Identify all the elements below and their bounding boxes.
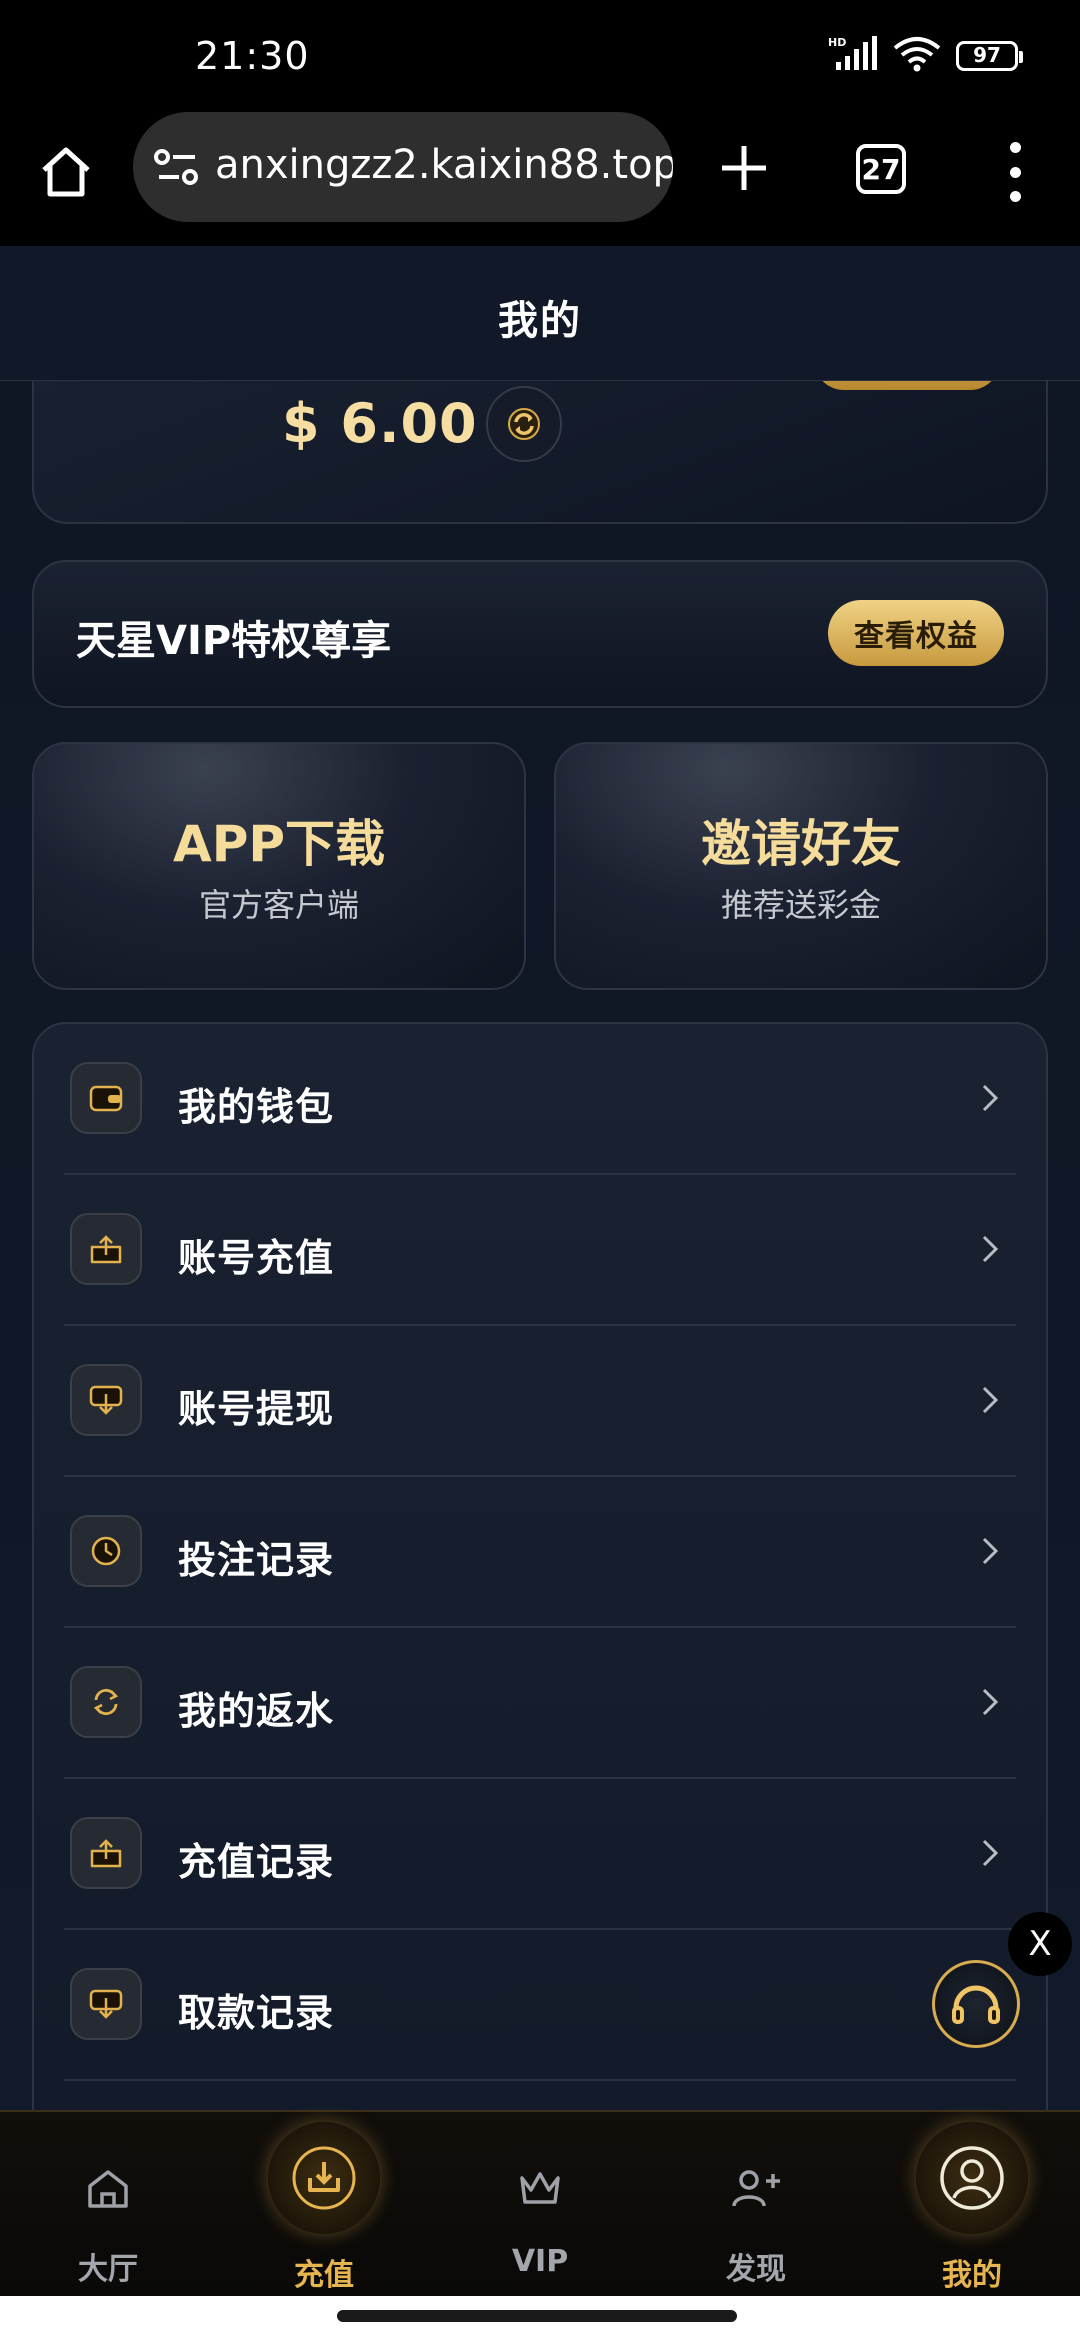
withdraw-tray-icon [70, 1364, 142, 1436]
dot-icon [1009, 191, 1021, 202]
add-user-icon [721, 2154, 791, 2224]
menu-item-label: 充值记录 [178, 1840, 335, 1884]
chevron-right-icon [982, 1537, 999, 1565]
menu-item-label: 取款记录 [178, 1991, 335, 2035]
view-benefits-button[interactable]: 查看权益 [828, 600, 1004, 666]
user-icon [916, 2122, 1028, 2234]
menu-item-bet-history[interactable]: 投注记录 [64, 1477, 1016, 1628]
nav-label: 发现 [726, 2252, 786, 2287]
chevron-right-icon [982, 1688, 999, 1716]
feature-subtitle: 官方客户端 [198, 886, 359, 924]
crown-icon [505, 2154, 575, 2224]
upload-tray-icon [70, 1817, 142, 1889]
wifi-icon [892, 36, 942, 76]
browser-toolbar: anxingzz2.kaixin88.top 27 [0, 110, 1080, 246]
app-screen: 21:30 HD 97 anxingzz2.kaixin88.top 27 我的… [0, 0, 1080, 2340]
wallet-icon [70, 1062, 142, 1134]
app-download-card[interactable]: APP下载 官方客户端 [32, 742, 526, 990]
nav-item-deposit[interactable]: 充值 [216, 2112, 432, 2298]
nav-label: VIP [511, 2244, 569, 2279]
tab-switcher-button[interactable]: 27 [856, 144, 906, 194]
battery-level: 97 [973, 43, 1001, 67]
battery-icon: 97 [956, 41, 1023, 71]
menu-item-label: 账号提现 [178, 1387, 335, 1431]
profile-card: $ 6.00 [32, 380, 1048, 524]
nav-label: 大厅 [78, 2252, 138, 2287]
status-bar: 21:30 HD 97 [0, 0, 1080, 110]
signal-icon: HD [828, 36, 878, 76]
address-bar[interactable]: anxingzz2.kaixin88.top [133, 112, 673, 222]
svg-text:HD: HD [828, 36, 846, 49]
profile-action-button[interactable] [814, 380, 1000, 390]
menu-item-label: 账号充值 [178, 1236, 335, 1280]
site-settings-icon[interactable] [153, 145, 201, 189]
feature-title: APP下载 [173, 815, 385, 873]
bottom-navigation: 大厅 充值 VIP 发现 我的 [0, 2110, 1080, 2296]
nav-item-vip[interactable]: VIP [432, 2112, 648, 2298]
dot-icon [1009, 166, 1021, 178]
withdraw-tray-icon [70, 1968, 142, 2040]
upload-tray-icon [70, 1213, 142, 1285]
chevron-right-icon [982, 1386, 999, 1414]
nav-label: 充值 [294, 2258, 354, 2293]
feature-subtitle: 推荐送彩金 [720, 886, 881, 924]
home-icon [73, 2154, 143, 2224]
home-icon [42, 147, 90, 197]
refresh-balance-button[interactable] [486, 386, 562, 462]
new-tab-button[interactable] [708, 132, 780, 204]
feature-title: 邀请好友 [701, 815, 901, 873]
gesture-bar [0, 2296, 1080, 2340]
url-text: anxingzz2.kaixin88.top [215, 142, 673, 188]
menu-item-wallet[interactable]: 我的钱包 [64, 1024, 1016, 1175]
more-menu-button[interactable] [990, 142, 1040, 202]
vip-title: 天星VIP特权尊享 [76, 618, 392, 664]
chevron-right-icon [982, 1084, 999, 1112]
nav-item-lobby[interactable]: 大厅 [0, 2112, 216, 2298]
clock-icon [70, 1515, 142, 1587]
menu-item-deposit[interactable]: 账号充值 [64, 1175, 1016, 1326]
plus-icon [722, 146, 766, 190]
refresh-icon [70, 1666, 142, 1738]
refresh-icon [508, 408, 540, 440]
chevron-right-icon [982, 1839, 999, 1867]
nav-label: 我的 [942, 2258, 1002, 2293]
deposit-icon [268, 2122, 380, 2234]
balance-amount: $ 6.00 [282, 392, 478, 455]
page-title: 我的 [498, 298, 582, 344]
main-content: $ 6.00 天星VIP特权尊享 查看权益 APP下载 官方客户端 邀请好友 推… [0, 380, 1080, 2110]
dot-icon [1009, 142, 1021, 153]
status-icons: HD 97 [828, 36, 1023, 76]
vip-banner[interactable]: 天星VIP特权尊享 查看权益 [32, 560, 1048, 708]
chevron-right-icon [982, 1235, 999, 1263]
menu-item-deposit-history[interactable]: 充值记录 [64, 1779, 1016, 1930]
page-header: 我的 [0, 246, 1080, 381]
status-time: 21:30 [195, 34, 310, 78]
nav-item-discover[interactable]: 发现 [648, 2112, 864, 2298]
browser-home-button[interactable] [30, 136, 102, 208]
nav-item-mine[interactable]: 我的 [864, 2112, 1080, 2298]
close-support-button[interactable]: X [1008, 1912, 1072, 1976]
menu-item-withdraw-history[interactable]: 取款记录 [64, 1930, 1016, 2081]
menu-item-label: 我的返水 [178, 1689, 335, 1733]
menu-item-label: 我的钱包 [178, 1085, 335, 1129]
menu-item-label: 投注记录 [178, 1538, 335, 1582]
headset-icon [952, 1985, 1000, 2024]
home-indicator[interactable] [337, 2310, 737, 2322]
menu-item-rebate[interactable]: 我的返水 [64, 1628, 1016, 1779]
invite-friends-card[interactable]: 邀请好友 推荐送彩金 [554, 742, 1048, 990]
customer-support-button[interactable] [932, 1960, 1020, 2048]
menu-item-withdraw[interactable]: 账号提现 [64, 1326, 1016, 1477]
menu-list: 我的钱包 账号充值 账号提现 投注记录 我的返水 充值记录 取款记录 [32, 1022, 1048, 2110]
